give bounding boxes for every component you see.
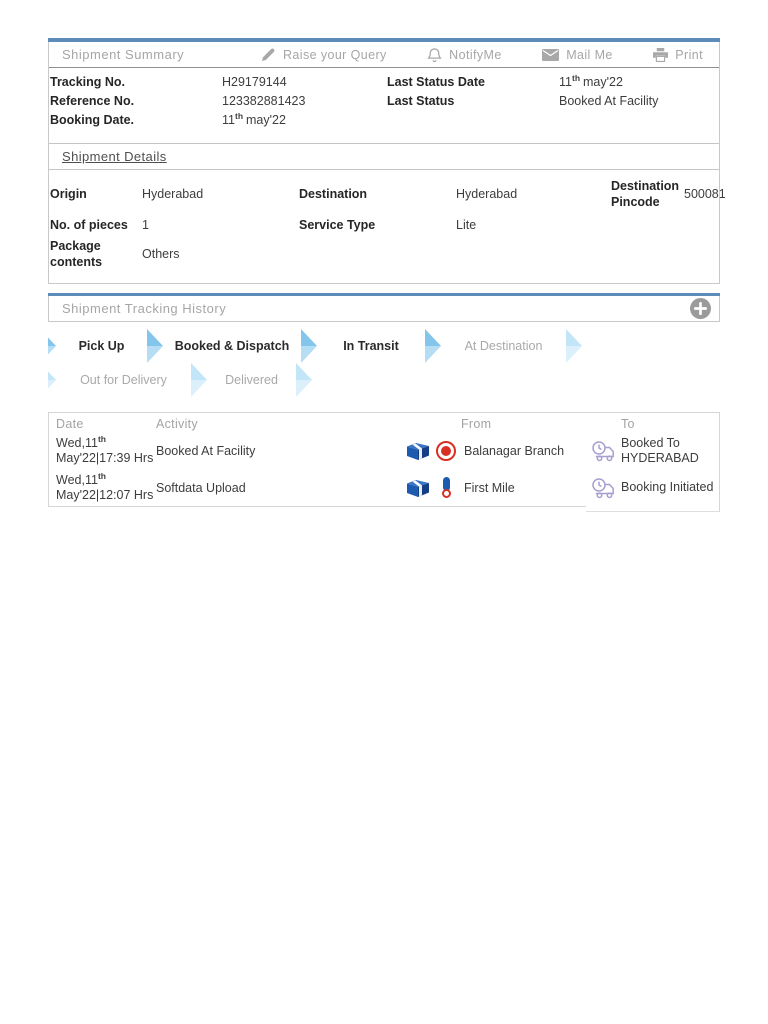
booking-date-label: Booking Date. bbox=[50, 113, 135, 127]
from-location: Balanagar Branch bbox=[464, 443, 565, 458]
tracking-history-table: Date Activity From To Wed,11th May'22|17… bbox=[48, 412, 720, 512]
summary-header: Shipment Summary Raise your Query Notify… bbox=[49, 42, 719, 68]
chevron-icon bbox=[425, 329, 441, 363]
chevron-icon bbox=[566, 329, 582, 363]
reference-no-value: 123382881423 bbox=[222, 94, 306, 108]
cell-to: Booked To HYDERABAD bbox=[591, 432, 719, 469]
tracking-history-section: Shipment Tracking History Pick Up Booked… bbox=[48, 293, 720, 512]
raise-query-button[interactable]: Raise your Query bbox=[261, 47, 387, 62]
step-out-for-delivery: Out for Delivery bbox=[80, 373, 167, 387]
truck-clock-icon bbox=[591, 440, 617, 462]
progress-steps: Pick Up Booked & Dispatch In Transit At … bbox=[48, 329, 720, 397]
to-column-extension bbox=[586, 506, 720, 512]
chevron-icon bbox=[301, 329, 317, 363]
print-icon bbox=[653, 47, 669, 62]
from-location: First Mile bbox=[464, 480, 515, 495]
cell-date: Wed,11th May'22|12:07 Hrs bbox=[56, 470, 154, 502]
package-contents-label: Package contents bbox=[50, 239, 103, 269]
summary-fields: Tracking No. H29179144 Last Status Date … bbox=[49, 68, 719, 143]
table-row: Wed,11th May'22|17:39 Hrs Booked At Faci… bbox=[49, 432, 719, 469]
bell-icon bbox=[427, 47, 442, 63]
package-icon bbox=[406, 478, 430, 498]
pencil-icon bbox=[261, 47, 276, 62]
last-status-value: Booked At Facility bbox=[559, 94, 659, 108]
summary-title: Shipment Summary bbox=[62, 47, 185, 62]
steps-row-1: Pick Up Booked & Dispatch In Transit At … bbox=[48, 329, 720, 363]
last-status-date-label: Last Status Date bbox=[387, 75, 485, 89]
chevron-icon bbox=[296, 363, 312, 397]
last-status-date-value: 11th may'22 bbox=[559, 72, 623, 89]
package-contents-value: Others bbox=[142, 247, 180, 261]
origin-label: Origin bbox=[50, 187, 87, 201]
origin-value: Hyderabad bbox=[142, 187, 204, 201]
cell-activity: Softdata Upload bbox=[156, 480, 246, 495]
chevron-icon bbox=[48, 363, 56, 397]
tracking-history-title: Shipment Tracking History bbox=[62, 301, 227, 316]
raise-query-label: Raise your Query bbox=[283, 47, 387, 62]
table-bottom-border bbox=[48, 506, 587, 507]
step-pick-up: Pick Up bbox=[78, 339, 125, 353]
tracking-no-label: Tracking No. bbox=[50, 75, 126, 89]
service-type-label: Service Type bbox=[299, 218, 376, 232]
chevron-icon bbox=[147, 329, 163, 363]
reference-no-label: Reference No. bbox=[50, 94, 135, 108]
cell-date: Wed,11th May'22|17:39 Hrs bbox=[56, 433, 154, 465]
step-delivered: Delivered bbox=[225, 373, 278, 387]
mail-me-button[interactable]: Mail Me bbox=[542, 48, 613, 62]
column-header-from: From bbox=[461, 417, 492, 431]
blue-pin-icon bbox=[435, 477, 457, 498]
tracking-no-value: H29179144 bbox=[222, 75, 287, 89]
booking-date-value: 11th may'22 bbox=[222, 110, 286, 127]
column-header-date: Date bbox=[56, 417, 84, 431]
destination-pincode-value: 500081 bbox=[684, 187, 726, 201]
mail-me-label: Mail Me bbox=[566, 47, 613, 62]
summary-actions: Raise your Query NotifyMe Mail Me Print bbox=[249, 47, 719, 63]
steps-row-2: Out for Delivery Delivered bbox=[48, 363, 720, 397]
truck-clock-icon bbox=[591, 477, 617, 499]
page-content: Shipment Summary Raise your Query Notify… bbox=[48, 38, 726, 512]
plus-icon bbox=[690, 298, 711, 323]
destination-pincode-label: Destination Pincode bbox=[611, 179, 680, 209]
pieces-label: No. of pieces bbox=[50, 218, 128, 232]
table-row: Wed,11th May'22|12:07 Hrs Softdata Uploa… bbox=[49, 469, 719, 506]
step-in-transit: In Transit bbox=[343, 339, 399, 353]
shipment-details-header: Shipment Details bbox=[49, 143, 719, 170]
print-label: Print bbox=[675, 47, 703, 62]
shipment-details-title[interactable]: Shipment Details bbox=[62, 149, 167, 164]
print-button[interactable]: Print bbox=[653, 47, 703, 62]
notify-me-button[interactable]: NotifyMe bbox=[427, 47, 502, 63]
cell-to: Booking Initiated bbox=[591, 469, 719, 506]
to-status: Booking Initiated bbox=[621, 480, 714, 494]
column-header-to: To bbox=[621, 417, 635, 431]
step-booked-dispatch: Booked & Dispatch bbox=[174, 339, 290, 353]
to-status: Booked To HYDERABAD bbox=[621, 435, 699, 465]
cell-activity: Booked At Facility bbox=[156, 443, 256, 458]
tracking-history-header: Shipment Tracking History bbox=[48, 296, 720, 322]
chevron-icon bbox=[191, 363, 207, 397]
destination-value: Hyderabad bbox=[456, 187, 518, 201]
last-status-label: Last Status bbox=[387, 94, 455, 108]
table-header: Date Activity From To bbox=[49, 413, 719, 432]
step-at-destination: At Destination bbox=[464, 339, 543, 353]
cell-from: First Mile bbox=[406, 469, 591, 506]
chevron-icon bbox=[48, 329, 56, 363]
column-header-activity: Activity bbox=[156, 417, 198, 431]
package-icon bbox=[406, 441, 430, 461]
mail-icon bbox=[542, 48, 560, 61]
cell-from: Balanagar Branch bbox=[406, 432, 591, 469]
service-type-value: Lite bbox=[456, 218, 477, 232]
notify-me-label: NotifyMe bbox=[449, 47, 502, 62]
shipment-summary-panel: Shipment Summary Raise your Query Notify… bbox=[48, 38, 726, 284]
destination-label: Destination bbox=[299, 187, 368, 201]
expand-button[interactable] bbox=[690, 298, 711, 319]
shipment-details-fields: Origin Hyderabad Destination Hyderabad D… bbox=[49, 170, 726, 283]
red-target-icon bbox=[435, 440, 457, 461]
pieces-value: 1 bbox=[142, 218, 149, 232]
